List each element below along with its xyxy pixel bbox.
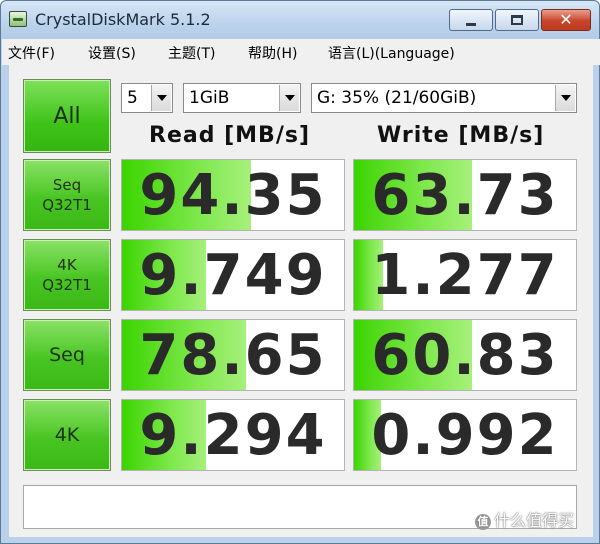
read-header: Read [MB/s] bbox=[149, 123, 311, 148]
write-value: 1.277 bbox=[371, 243, 559, 308]
4k-write-result: 0.992 bbox=[353, 399, 577, 471]
title-bar[interactable]: CrystalDiskMark 5.1.2 ✕ bbox=[1, 1, 599, 39]
chevron-down-icon bbox=[555, 85, 575, 111]
chevron-down-icon bbox=[279, 85, 299, 111]
watermark-text: 什么值得买 bbox=[494, 511, 575, 530]
drive-select[interactable]: G: 35% (21/60GiB) bbox=[311, 83, 577, 113]
maximize-button[interactable] bbox=[495, 9, 539, 31]
row-label-line2: Q32T1 bbox=[42, 196, 92, 214]
write-value: 60.83 bbox=[371, 323, 559, 388]
seq-read-result: 78.65 bbox=[121, 319, 345, 391]
row-label-line1: Seq bbox=[52, 176, 82, 194]
maximize-icon bbox=[511, 15, 523, 25]
minimize-icon bbox=[466, 22, 476, 26]
row-label-line1: 4K bbox=[54, 424, 80, 446]
write-value: 0.992 bbox=[371, 403, 559, 468]
seq-q32t1-read-result: 94.35 bbox=[121, 159, 345, 231]
menu-bar: 文件(F) 设置(S) 主题(T) 帮助(H) 语言(L)(Language) bbox=[2, 39, 600, 65]
app-window: CrystalDiskMark 5.1.2 ✕ 文件(F) 设置(S) 主题(T… bbox=[0, 0, 600, 544]
4k-read-result: 9.294 bbox=[121, 399, 345, 471]
test-size-select[interactable]: 1GiB bbox=[183, 83, 301, 113]
read-value: 78.65 bbox=[139, 323, 327, 388]
drive-value: G: 35% (21/60GiB) bbox=[317, 88, 477, 108]
write-value: 63.73 bbox=[371, 163, 559, 228]
read-value: 9.749 bbox=[139, 243, 327, 308]
test-count-select[interactable]: 5 bbox=[121, 83, 173, 113]
4k-q32t1-read-result: 9.749 bbox=[121, 239, 345, 311]
watermark-logo-icon: 值 bbox=[475, 514, 491, 530]
close-icon: ✕ bbox=[559, 10, 573, 29]
test-size-value: 1GiB bbox=[189, 88, 230, 108]
4k-q32t1-write-result: 1.277 bbox=[353, 239, 577, 311]
row-label-line2: Q32T1 bbox=[42, 276, 92, 294]
seq-write-result: 60.83 bbox=[353, 319, 577, 391]
app-icon bbox=[9, 11, 27, 27]
4k-button[interactable]: 4K bbox=[23, 399, 111, 471]
menu-theme[interactable]: 主题(T) bbox=[168, 43, 215, 63]
read-value: 94.35 bbox=[139, 163, 327, 228]
row-label-line1: 4K bbox=[57, 256, 77, 274]
read-value: 9.294 bbox=[139, 403, 327, 468]
seq-q32t1-write-result: 63.73 bbox=[353, 159, 577, 231]
menu-help[interactable]: 帮助(H) bbox=[248, 43, 297, 63]
all-button[interactable]: All bbox=[23, 79, 111, 153]
menu-file[interactable]: 文件(F) bbox=[8, 43, 55, 63]
close-button[interactable]: ✕ bbox=[541, 9, 591, 31]
menu-settings[interactable]: 设置(S) bbox=[88, 43, 136, 63]
write-header: Write [MB/s] bbox=[377, 123, 545, 148]
4k-q32t1-button[interactable]: 4K Q32T1 bbox=[23, 239, 111, 311]
test-count-value: 5 bbox=[127, 88, 138, 108]
row-label-line1: Seq bbox=[49, 344, 85, 366]
chevron-down-icon bbox=[151, 85, 171, 111]
minimize-button[interactable] bbox=[449, 9, 493, 31]
seq-q32t1-button[interactable]: Seq Q32T1 bbox=[23, 159, 111, 231]
seq-button[interactable]: Seq bbox=[23, 319, 111, 391]
watermark: 值什么值得买 bbox=[475, 507, 574, 531]
window-title: CrystalDiskMark 5.1.2 bbox=[35, 10, 211, 29]
menu-language[interactable]: 语言(L)(Language) bbox=[328, 43, 455, 63]
main-panel: All 5 1GiB G: 35% (21/60GiB) Read [MB/s]… bbox=[9, 65, 593, 537]
